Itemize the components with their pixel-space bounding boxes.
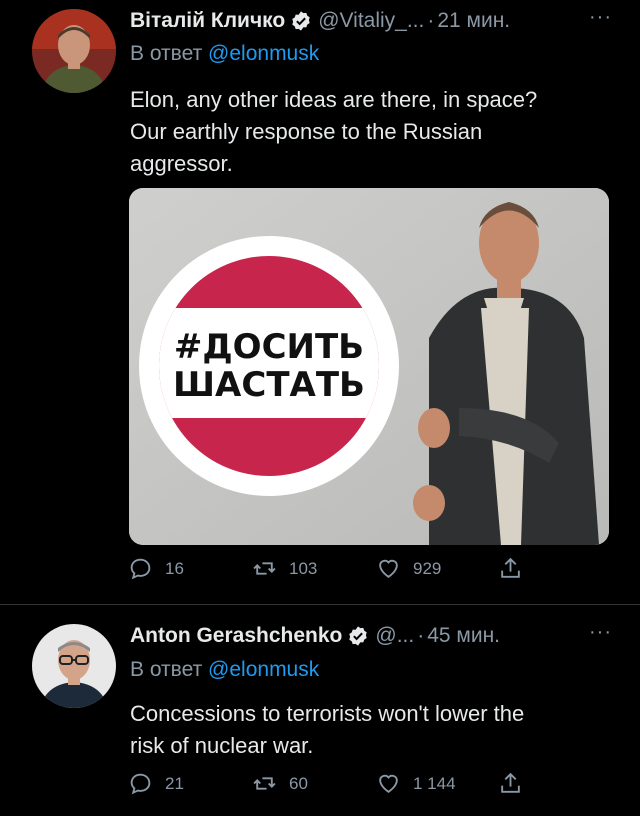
- verified-badge-icon: [292, 11, 310, 31]
- retweet-icon: [253, 562, 276, 575]
- tweet-actions: 21 60 1 144: [128, 771, 528, 805]
- tweet-1[interactable]: Віталій Кличко @Vitaliy_... · 21 мин. ··…: [0, 0, 640, 604]
- avatar-gerashchenko[interactable]: [32, 624, 116, 708]
- timestamp[interactable]: 21 мин.: [437, 9, 510, 33]
- image-text-line2: ШАСТАТЬ: [173, 365, 365, 405]
- reply-count: 21: [165, 773, 184, 793]
- author-name[interactable]: Віталій Кличко: [130, 9, 285, 33]
- separator-dot: ·: [417, 624, 425, 647]
- avatar-klitschko[interactable]: [32, 9, 116, 93]
- campaign-image: #ДОСИТЬ ШАСТАТЬ: [129, 188, 609, 545]
- timestamp[interactable]: 45 мин.: [427, 624, 500, 648]
- author-handle[interactable]: @Vitaliy_...: [318, 9, 424, 33]
- like-button[interactable]: 1 144: [376, 771, 456, 796]
- reply-prefix: В ответ: [130, 658, 203, 681]
- verified-badge-icon: [349, 626, 368, 646]
- share-button[interactable]: [498, 771, 535, 796]
- reply-context: В ответ @elonmusk: [130, 42, 319, 66]
- like-count: 1 144: [413, 773, 456, 793]
- tweet-header: Віталій Кличко @Vitaliy_... · 21 мин.: [130, 5, 510, 37]
- like-button[interactable]: 929: [376, 556, 441, 581]
- image-text-line1: #ДОСИТЬ: [174, 327, 364, 367]
- heart-icon: [379, 559, 398, 578]
- author-name[interactable]: Anton Gerashchenko: [130, 624, 342, 648]
- like-count: 929: [413, 558, 442, 578]
- more-dots-icon[interactable]: ···: [589, 6, 612, 29]
- retweet-count: 103: [289, 558, 318, 578]
- more-dots-icon[interactable]: ···: [589, 621, 612, 644]
- reply-bubble-icon: [130, 773, 151, 795]
- retweet-icon: [253, 777, 276, 790]
- reply-context: В ответ @elonmusk: [130, 658, 319, 682]
- tweet-text: Concessions to terrorists won't lower th…: [130, 701, 525, 758]
- tweet-actions: 16 103 929: [128, 556, 528, 590]
- share-icon: [501, 772, 520, 793]
- retweet-count: 60: [289, 773, 308, 793]
- tweet-text: Elon, any other ideas are there, in spac…: [130, 87, 538, 176]
- retweet-button[interactable]: 103: [252, 556, 317, 581]
- share-icon: [501, 557, 520, 578]
- separator-dot: ·: [427, 9, 435, 32]
- reply-count: 16: [165, 558, 184, 578]
- reply-button[interactable]: 21: [128, 771, 184, 796]
- reply-bubble-icon: [130, 558, 151, 580]
- mention-link[interactable]: @elonmusk: [208, 42, 319, 65]
- tweet-image[interactable]: #ДОСИТЬ ШАСТАТЬ: [129, 188, 609, 545]
- retweet-button[interactable]: 60: [252, 771, 308, 796]
- tweet-header: Anton Gerashchenko @... · 45 мин.: [130, 620, 500, 652]
- author-handle[interactable]: @...: [375, 624, 414, 648]
- tweet-2[interactable]: Anton Gerashchenko @... · 45 мин. ··· В …: [0, 605, 640, 816]
- mention-link[interactable]: @elonmusk: [208, 658, 319, 681]
- heart-icon: [379, 774, 398, 793]
- reply-button[interactable]: 16: [128, 556, 184, 581]
- reply-prefix: В ответ: [130, 42, 203, 65]
- share-button[interactable]: [498, 556, 535, 581]
